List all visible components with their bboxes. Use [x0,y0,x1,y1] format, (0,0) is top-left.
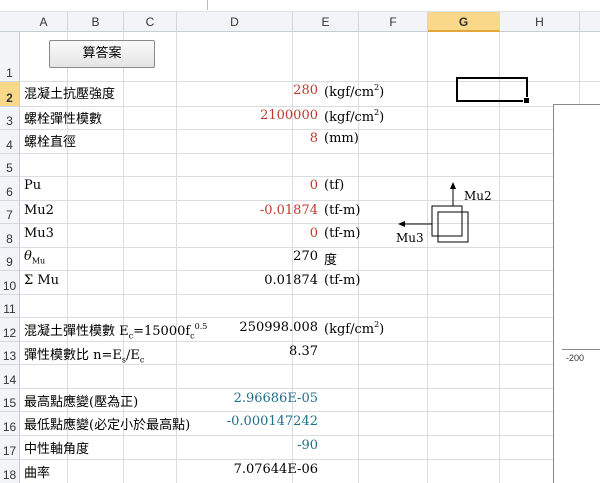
gridline-horizontal [20,317,600,318]
mu3-arrow-head [398,221,405,227]
cell-a13-label[interactable]: 彈性模數比 n=Es/Ec [24,344,144,365]
mu3-label: Mu3 [396,231,424,245]
row-header-4[interactable]: 4 [0,130,20,154]
cell-a7-label[interactable]: Mu2 [24,203,54,218]
cell-d2-value[interactable]: 280 [208,83,318,98]
calculate-button[interactable]: 算答案 [49,40,155,68]
gridline-horizontal [20,129,600,130]
gridline-horizontal [20,294,600,295]
cell-e9-unit[interactable]: 度 [324,249,337,268]
cell-a18-label[interactable]: 曲率 [24,462,50,481]
row-header-12[interactable]: 12 [0,318,20,342]
cell-d4-value[interactable]: 8 [208,131,318,146]
column-header-g[interactable]: G [428,12,500,32]
diagram-inner-square [437,211,469,243]
row-header-7[interactable]: 7 [0,201,20,224]
row-header-16[interactable]: 16 [0,412,20,436]
cell-a6-label[interactable]: Pu [24,178,41,193]
cell-d6-value[interactable]: 0 [208,178,318,193]
column-header-h[interactable]: H [500,12,580,32]
row-header-17[interactable]: 17 [0,436,20,460]
diagram-outer-square [431,205,463,237]
column-header-e[interactable]: E [293,12,359,32]
cell-d7-value[interactable]: -0.01874 [208,203,318,218]
cell-d15-value[interactable]: 2.96686E-05 [208,391,318,406]
row-header-11[interactable]: 11 [0,295,20,318]
gridline-horizontal [20,388,600,389]
row-header-3[interactable]: 3 [0,107,20,130]
row-header-15[interactable]: 15 [0,389,20,412]
cell-d17-value[interactable]: -90 [208,438,318,453]
cell-d16-value[interactable]: -0.000147242 [208,414,318,429]
cell-d9-value[interactable]: 270 [208,249,318,264]
gridline-horizontal [20,270,600,271]
cell-a2-label[interactable]: 混凝土抗壓強度 [24,83,115,102]
gridline-vertical [427,32,428,483]
gridline-horizontal [20,200,600,201]
row-header-13[interactable]: 13 [0,342,20,365]
column-header-b[interactable]: B [68,12,124,32]
row-header-18[interactable]: 18 [0,460,20,483]
row-header-5[interactable]: 5 [0,154,20,177]
gridline-horizontal [20,411,600,412]
column-header-a[interactable]: A [20,12,68,32]
cell-a17-label[interactable]: 中性軸角度 [24,438,89,457]
gridline-horizontal [20,459,600,460]
gridline-horizontal [20,106,600,107]
cell-e7-unit[interactable]: (tf-m) [324,203,360,218]
cell-e2-unit[interactable]: (kgf/cm2) [324,83,384,100]
top-strip [0,0,600,12]
cell-d10-value[interactable]: 0.01874 [208,273,318,288]
chart-tick-label: -200 [566,353,585,363]
cell-d8-value[interactable]: 0 [208,226,318,241]
cell-e3-unit[interactable]: (kgf/cm2) [324,108,384,125]
column-header-f[interactable]: F [359,12,428,32]
row-header-9[interactable]: 9 [0,248,20,271]
cell-d12-value[interactable]: 250998.008 [208,320,318,335]
gridline-horizontal [20,176,600,177]
cell-a16-label[interactable]: 最低點應變(必定小於最高點) [24,414,190,433]
gridline-horizontal [20,247,600,248]
cell-d18-value[interactable]: 7.07644E-06 [208,462,318,477]
gridline-horizontal [20,341,600,342]
chart-frame[interactable] [553,104,600,483]
separator [207,0,208,10]
cell-e10-unit[interactable]: (tf-m) [324,273,360,288]
cell-a4-label[interactable]: 螺栓直徑 [24,131,76,150]
cell-a15-label[interactable]: 最高點應變(壓為正) [24,391,138,410]
cell-a3-label[interactable]: 螺栓彈性模數 [24,108,102,127]
gridline-horizontal [20,435,600,436]
gridline-horizontal [20,153,600,154]
cell-d13-value[interactable]: 8.37 [208,344,318,359]
column-header-d[interactable]: D [177,12,293,32]
chart-x-axis [562,349,600,350]
row-header-8[interactable]: 8 [0,224,20,248]
mu2-label: Mu2 [464,189,492,203]
moment-direction-diagram: Mu2 Mu3 [396,182,492,245]
cell-e4-unit[interactable]: (mm) [324,131,359,146]
column-header-c[interactable]: C [124,12,177,32]
mu2-arrow-head [450,182,456,189]
gridline-horizontal [20,223,600,224]
row-header-1[interactable]: 1 [0,32,20,82]
cell-a12-label[interactable]: 混凝土彈性模數 Ec=15000fc0.5 [24,320,207,341]
cell-e6-unit[interactable]: (tf) [324,178,344,193]
row-header-2[interactable]: 2 [0,82,20,107]
cell-e8-unit[interactable]: (tf-m) [324,226,360,241]
cell-e12-unit[interactable]: (kgf/cm2) [324,320,384,337]
cell-a8-label[interactable]: Mu3 [24,226,54,241]
active-cell-g2[interactable] [456,77,530,104]
row-header-14[interactable]: 14 [0,365,20,389]
row-header-10[interactable]: 10 [0,271,20,295]
cell-a9-label[interactable]: θMu [24,249,45,266]
cell-a10-label[interactable]: Σ Mu [24,273,59,288]
cell-d3-value[interactable]: 2100000 [208,108,318,123]
row-header-6[interactable]: 6 [0,177,20,201]
